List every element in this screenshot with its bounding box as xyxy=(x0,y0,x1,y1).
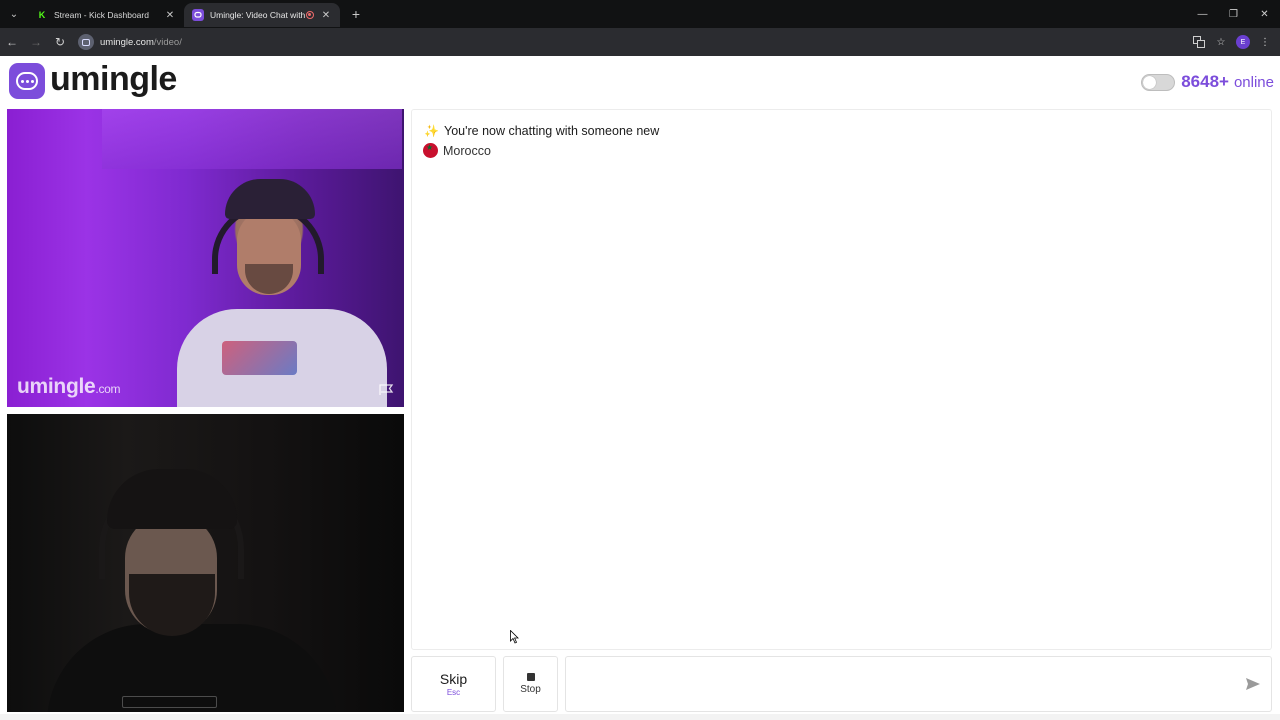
stop-icon xyxy=(526,673,535,681)
tab-title: Stream - Kick Dashboard xyxy=(54,10,149,20)
tab-title: Umingle: Video Chat with St xyxy=(210,10,306,20)
site-info-icon[interactable] xyxy=(78,34,94,50)
tab-search-icon[interactable]: ⌄ xyxy=(0,0,28,28)
translate-icon[interactable] xyxy=(1190,33,1208,51)
morocco-flag-icon xyxy=(423,143,438,158)
kick-favicon-icon: K xyxy=(38,10,46,20)
profile-avatar[interactable]: E xyxy=(1234,33,1252,51)
self-video xyxy=(7,414,404,712)
url-path: /video/ xyxy=(153,36,182,48)
recording-indicator-icon xyxy=(306,11,314,19)
online-label: online xyxy=(1233,73,1274,91)
system-message-text: You're now chatting with someone new xyxy=(444,124,660,138)
chat-panel: ✨ You're now chatting with someone new M… xyxy=(411,109,1272,650)
message-box xyxy=(565,656,1272,712)
skip-shortcut-hint: Esc xyxy=(446,688,461,697)
online-indicator: 8648+ online xyxy=(1141,72,1274,92)
video-watermark: umingle.com xyxy=(17,375,121,398)
new-tab-icon[interactable]: + xyxy=(344,6,368,22)
url-field[interactable]: umingle.com/video/ xyxy=(78,31,1158,53)
close-window-icon[interactable]: ✕ xyxy=(1249,0,1280,28)
back-icon[interactable]: ← xyxy=(0,30,24,54)
browser-tab-strip: ⌄ K Stream - Kick Dashboard ✕ Umingle: V… xyxy=(0,0,1280,28)
umingle-logo-icon[interactable] xyxy=(9,63,45,99)
tab-kick-dashboard[interactable]: K Stream - Kick Dashboard ✕ xyxy=(28,3,184,27)
theme-toggle[interactable] xyxy=(1141,73,1176,91)
stop-button[interactable]: Stop xyxy=(503,656,558,712)
browser-menu-icon[interactable]: ⋮ xyxy=(1256,33,1274,51)
stranger-video: umingle.com xyxy=(7,109,404,407)
tab-umingle[interactable]: Umingle: Video Chat with St ✕ xyxy=(184,3,340,27)
skip-label: Skip xyxy=(439,671,468,687)
online-count: 8648+ xyxy=(1181,72,1229,91)
page-bottom-edge xyxy=(0,714,1280,720)
stop-label: Stop xyxy=(520,684,541,695)
umingle-favicon-icon xyxy=(192,9,204,21)
minimize-icon[interactable]: — xyxy=(1187,0,1218,28)
sparkle-icon: ✨ xyxy=(424,124,439,138)
window-controls: — ❐ ✕ xyxy=(1187,0,1280,28)
url-host: umingle.com xyxy=(100,36,154,48)
bookmark-star-icon[interactable]: ☆ xyxy=(1212,33,1230,51)
forward-icon[interactable]: → xyxy=(24,30,48,54)
site-logo-text[interactable]: umingle xyxy=(50,60,177,99)
message-input[interactable] xyxy=(566,657,1226,711)
skip-button[interactable]: Skip Esc xyxy=(411,656,496,712)
system-message: ✨ You're now chatting with someone new xyxy=(424,124,659,138)
stranger-country: Morocco xyxy=(423,143,491,158)
address-bar: ← → ↻ umingle.com/video/ ☆ E ⋮ xyxy=(0,28,1280,56)
mouse-cursor-icon xyxy=(510,630,519,644)
report-flag-icon[interactable] xyxy=(379,384,395,396)
country-name: Morocco xyxy=(443,143,491,158)
close-tab-icon[interactable]: ✕ xyxy=(164,10,176,21)
reload-icon[interactable]: ↻ xyxy=(48,30,72,54)
close-tab-icon[interactable]: ✕ xyxy=(320,10,332,21)
restore-icon[interactable]: ❐ xyxy=(1218,0,1249,28)
send-icon[interactable] xyxy=(1245,677,1261,691)
